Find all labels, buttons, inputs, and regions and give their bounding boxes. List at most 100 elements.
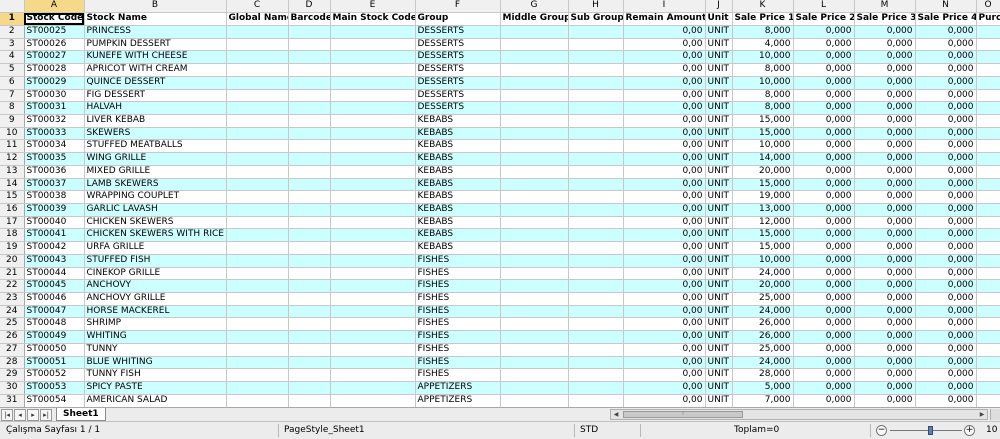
row-header[interactable]: 26 [0, 330, 25, 344]
stock-name-cell[interactable]: QUINCE DESSERT [84, 76, 227, 90]
sheet-tab-sheet1[interactable]: Sheet1 [56, 408, 106, 421]
barcode-cell[interactable] [288, 305, 331, 319]
sale-price-2-cell[interactable]: 0,000 [793, 394, 855, 407]
column-header-o[interactable]: O [976, 0, 1000, 14]
sale-price-2-cell[interactable]: 0,000 [793, 25, 855, 39]
header-cell[interactable]: Global Name [226, 12, 289, 26]
sale-price-4-cell[interactable]: 0,000 [915, 203, 977, 217]
remain-amount-cell[interactable]: 0,00 [623, 241, 706, 255]
group-cell[interactable]: FISHES [415, 368, 501, 383]
middle-group-cell[interactable] [500, 127, 569, 141]
sale-price-1-cell[interactable]: 7,000 [732, 394, 794, 407]
group-cell[interactable]: KEBABS [415, 178, 501, 192]
stock-code-cell[interactable]: ST00032 [24, 114, 85, 128]
sale-price-1-cell[interactable]: 19,000 [732, 190, 794, 204]
sale-price-1-cell[interactable]: 15,000 [732, 228, 794, 243]
row-header[interactable]: 29 [0, 368, 25, 383]
barcode-cell[interactable] [288, 241, 331, 255]
sub-group-cell[interactable] [568, 317, 624, 332]
unit-cell[interactable]: UNIT [705, 343, 733, 357]
zoom-track[interactable] [890, 430, 962, 431]
barcode-cell[interactable] [288, 330, 331, 344]
sub-group-cell[interactable] [568, 292, 624, 306]
stock-code-cell[interactable]: ST00047 [24, 305, 85, 319]
stock-name-cell[interactable]: PRINCESS [84, 25, 227, 39]
purchase-price-cell[interactable] [976, 139, 1000, 154]
group-cell[interactable]: FISHES [415, 292, 501, 306]
global-name-cell[interactable] [226, 76, 289, 90]
sale-price-3-cell[interactable]: 0,000 [854, 254, 916, 268]
sale-price-1-cell[interactable]: 10,000 [732, 50, 794, 65]
stock-name-cell[interactable]: KÜNEFE WITH CHEESE [84, 50, 227, 65]
stock-name-cell[interactable]: CHICKEN SKEWERS [84, 216, 227, 230]
main-stock-code-cell[interactable] [330, 317, 416, 332]
row-header[interactable]: 11 [0, 139, 25, 154]
group-cell[interactable]: KEBABS [415, 127, 501, 141]
unit-cell[interactable]: UNIT [705, 241, 733, 255]
zoom-knob[interactable] [928, 426, 933, 435]
sub-group-cell[interactable] [568, 165, 624, 179]
global-name-cell[interactable] [226, 25, 289, 39]
header-cell[interactable]: Sale Price 3 [854, 12, 916, 26]
column-header-a[interactable]: A [24, 0, 85, 14]
unit-cell[interactable]: UNIT [705, 356, 733, 370]
remain-amount-cell[interactable]: 0,00 [623, 216, 706, 230]
sub-group-cell[interactable] [568, 394, 624, 407]
sub-group-cell[interactable] [568, 381, 624, 395]
sale-price-2-cell[interactable]: 0,000 [793, 114, 855, 128]
sub-group-cell[interactable] [568, 368, 624, 383]
sale-price-2-cell[interactable]: 0,000 [793, 89, 855, 103]
global-name-cell[interactable] [226, 228, 289, 243]
sale-price-1-cell[interactable]: 15,000 [732, 114, 794, 128]
stock-code-cell[interactable]: ST00048 [24, 317, 85, 332]
stock-name-cell[interactable]: LIVER KEBAB [84, 114, 227, 128]
stock-name-cell[interactable]: WRAPPING COUPLET [84, 190, 227, 204]
row-header[interactable]: 1 [0, 12, 25, 26]
header-cell[interactable]: Middle Group [500, 12, 569, 26]
remain-amount-cell[interactable]: 0,00 [623, 38, 706, 52]
sale-price-3-cell[interactable]: 0,000 [854, 216, 916, 230]
stock-name-cell[interactable]: STUFFED MEATBALLS [84, 139, 227, 154]
barcode-cell[interactable] [288, 139, 331, 154]
remain-amount-cell[interactable]: 0,00 [623, 165, 706, 179]
sale-price-3-cell[interactable]: 0,000 [854, 228, 916, 243]
sale-price-2-cell[interactable]: 0,000 [793, 139, 855, 154]
purchase-price-cell[interactable] [976, 203, 1000, 217]
purchase-price-cell[interactable] [976, 38, 1000, 52]
sale-price-3-cell[interactable]: 0,000 [854, 63, 916, 77]
sale-price-1-cell[interactable]: 4,000 [732, 38, 794, 52]
middle-group-cell[interactable] [500, 254, 569, 268]
stock-name-cell[interactable]: SHRIMP [84, 317, 227, 332]
remain-amount-cell[interactable]: 0,00 [623, 330, 706, 344]
global-name-cell[interactable] [226, 381, 289, 395]
main-stock-code-cell[interactable] [330, 203, 416, 217]
row-header[interactable]: 21 [0, 267, 25, 281]
sale-price-2-cell[interactable]: 0,000 [793, 267, 855, 281]
sale-price-2-cell[interactable]: 0,000 [793, 330, 855, 344]
sale-price-4-cell[interactable]: 0,000 [915, 279, 977, 294]
middle-group-cell[interactable] [500, 89, 569, 103]
main-stock-code-cell[interactable] [330, 139, 416, 154]
purchase-price-cell[interactable] [976, 381, 1000, 395]
global-name-cell[interactable] [226, 63, 289, 77]
header-cell[interactable]: Unit [705, 12, 733, 26]
global-name-cell[interactable] [226, 267, 289, 281]
row-header[interactable]: 20 [0, 254, 25, 268]
middle-group-cell[interactable] [500, 241, 569, 255]
global-name-cell[interactable] [226, 394, 289, 407]
remain-amount-cell[interactable]: 0,00 [623, 178, 706, 192]
stock-code-cell[interactable]: ST00038 [24, 190, 85, 204]
sale-price-4-cell[interactable]: 0,000 [915, 178, 977, 192]
barcode-cell[interactable] [288, 114, 331, 128]
purchase-price-cell[interactable] [976, 101, 1000, 115]
stock-name-cell[interactable]: STUFFED FISH [84, 254, 227, 268]
stock-name-cell[interactable]: ANCHOVY [84, 279, 227, 294]
purchase-price-cell[interactable] [976, 216, 1000, 230]
sale-price-4-cell[interactable]: 0,000 [915, 254, 977, 268]
sale-price-4-cell[interactable]: 0,000 [915, 305, 977, 319]
unit-cell[interactable]: UNIT [705, 279, 733, 294]
sale-price-3-cell[interactable]: 0,000 [854, 89, 916, 103]
middle-group-cell[interactable] [500, 368, 569, 383]
unit-cell[interactable]: UNIT [705, 267, 733, 281]
scroll-right-arrow-icon[interactable]: ▶ [977, 410, 987, 419]
